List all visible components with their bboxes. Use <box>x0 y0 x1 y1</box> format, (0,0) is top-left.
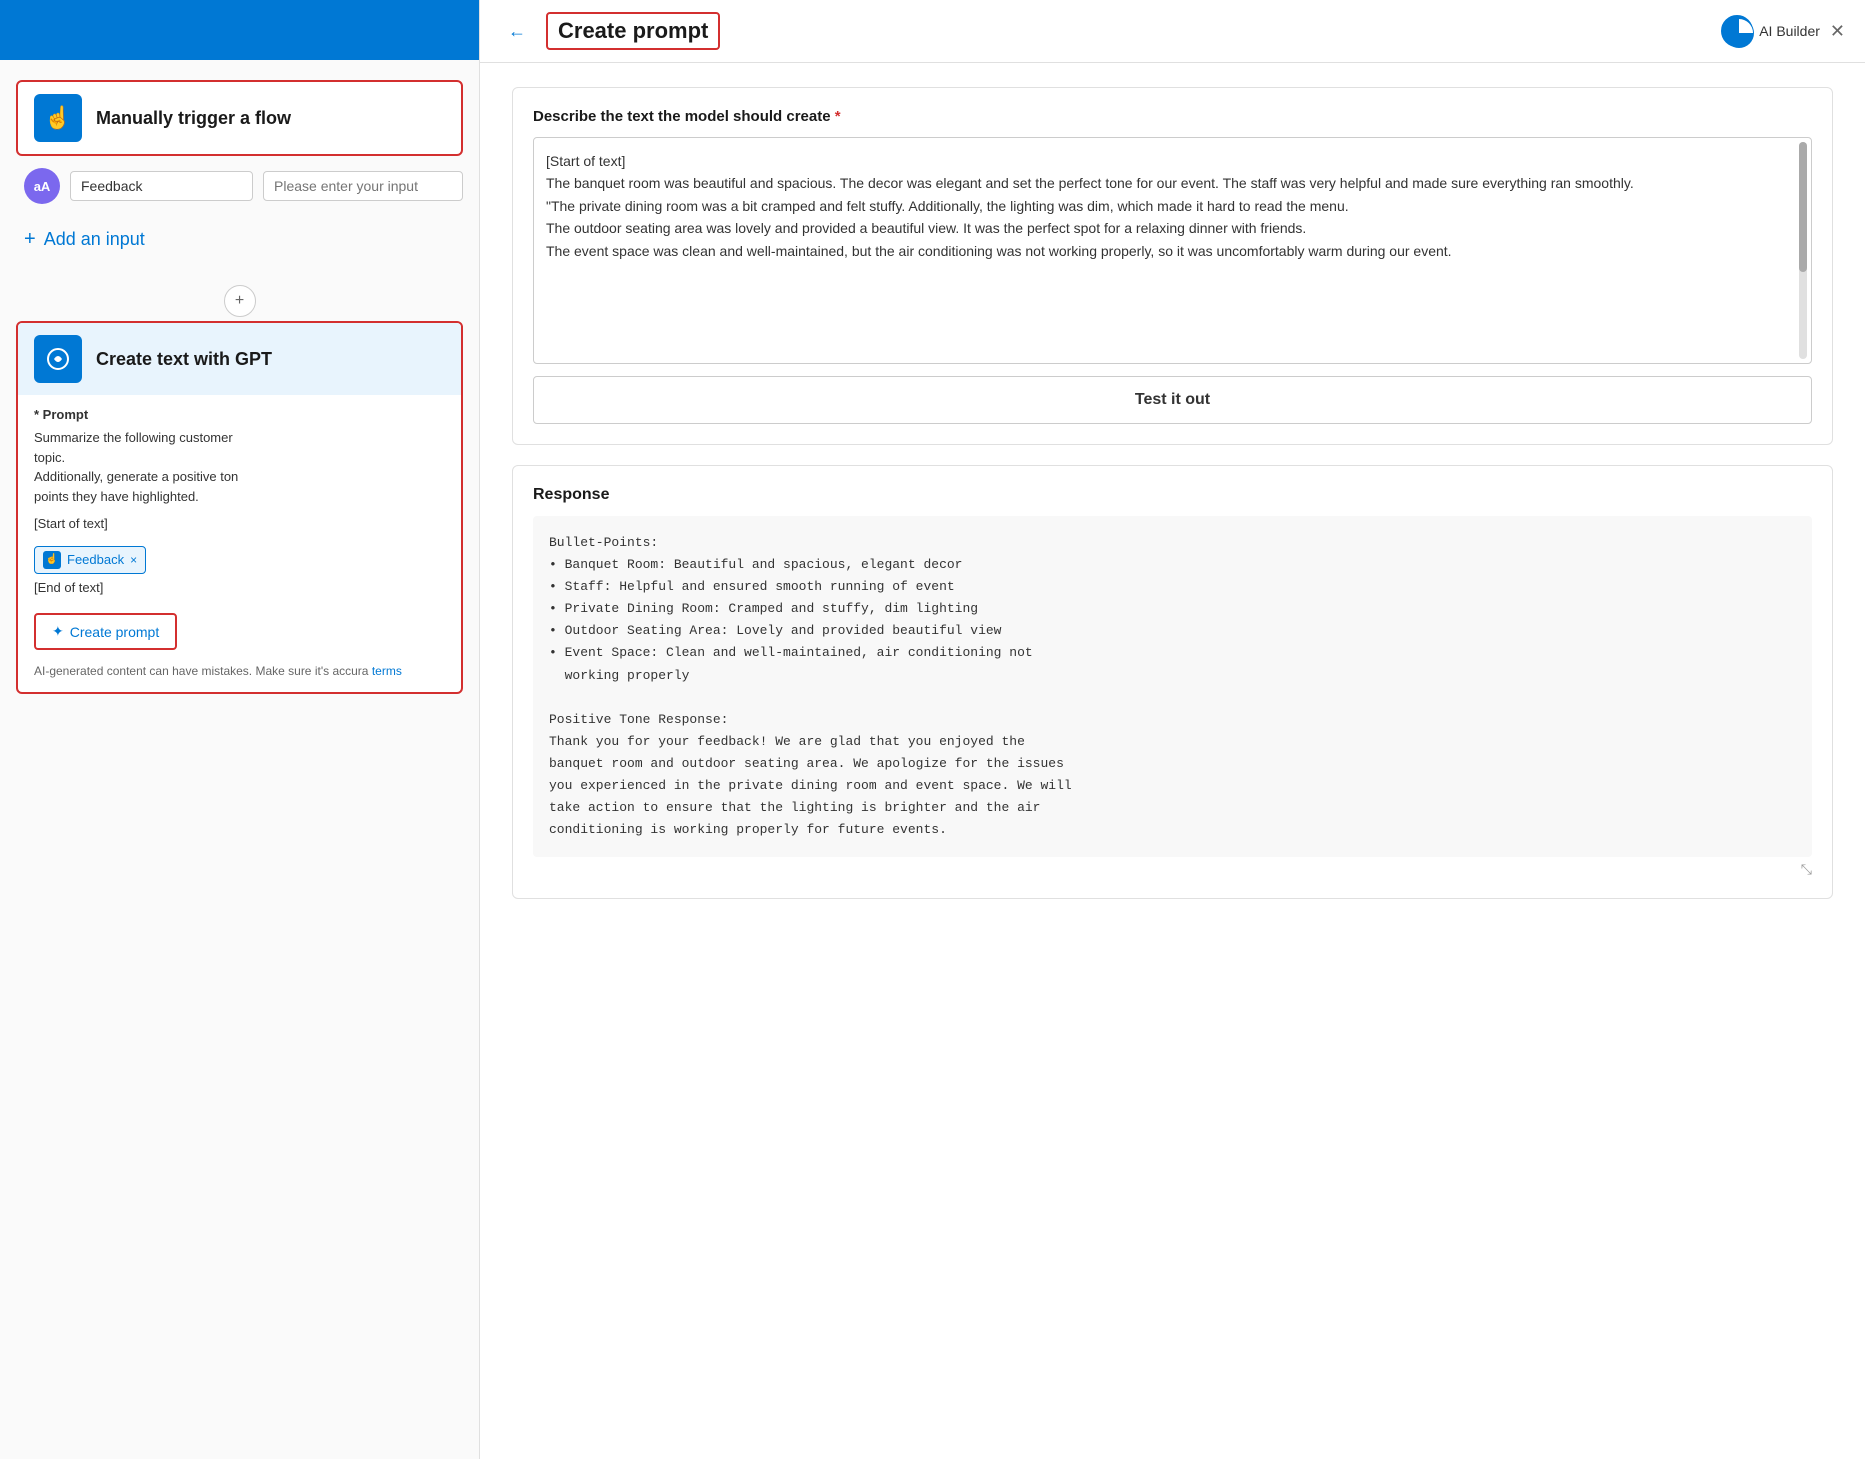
response-text: Bullet-Points: • Banquet Room: Beautiful… <box>533 516 1812 857</box>
prompt-text-1: Summarize the following customertopic.Ad… <box>34 428 445 506</box>
sparkle-icon: ✦ <box>52 623 64 640</box>
test-it-out-button[interactable]: Test it out <box>533 376 1812 424</box>
describe-textarea[interactable] <box>534 138 1811 358</box>
trigger-label: Manually trigger a flow <box>96 108 291 129</box>
disclaimer-text: AI-generated content can have mistakes. … <box>34 664 368 678</box>
create-prompt-btn-label: Create prompt <box>70 624 159 640</box>
ai-builder-icon <box>1721 15 1753 47</box>
describe-textarea-wrapper <box>533 137 1812 364</box>
resize-icon: ⤡ <box>1801 861 1812 878</box>
connector-circle[interactable]: + <box>224 285 256 317</box>
feedback-input[interactable] <box>70 171 253 201</box>
page-title-box: Create prompt <box>546 12 720 50</box>
gpt-icon <box>34 335 82 383</box>
response-label: Response <box>533 486 1812 504</box>
close-button[interactable]: ✕ <box>1830 21 1845 42</box>
ai-builder-label: AI Builder <box>1759 23 1820 39</box>
avatar: aA <box>24 168 60 204</box>
feedback-tag-close-icon[interactable]: × <box>130 553 137 567</box>
ai-disclaimer: AI-generated content can have mistakes. … <box>34 662 445 680</box>
left-panel: ☝ Manually trigger a flow aA + Add an in… <box>0 0 480 1459</box>
feedback-tag-icon: ☝ <box>43 551 61 569</box>
gpt-block: Create text with GPT * Prompt Summarize … <box>16 321 463 694</box>
plus-icon: + <box>235 292 244 310</box>
required-star: * <box>835 108 841 125</box>
scrollbar-thumb <box>1799 142 1807 272</box>
gpt-header[interactable]: Create text with GPT <box>18 323 461 395</box>
feedback-tag-label: Feedback <box>67 552 124 567</box>
ai-builder-logo: AI Builder <box>1721 15 1820 47</box>
response-section: Response Bullet-Points: • Banquet Room: … <box>512 465 1833 899</box>
page-title: Create prompt <box>558 18 708 43</box>
gpt-body: * Prompt Summarize the following custome… <box>18 395 461 692</box>
start-tag: [Start of text] <box>34 514 445 534</box>
add-input-label: Add an input <box>44 229 145 250</box>
describe-label: Describe the text the model should creat… <box>533 108 1812 125</box>
create-prompt-button[interactable]: ✦ Create prompt <box>34 613 177 650</box>
right-panel: ← Create prompt AI Builder ✕ Describe th… <box>480 0 1865 1459</box>
disclaimer-link[interactable]: terms <box>372 664 402 678</box>
add-input-row[interactable]: + Add an input <box>16 214 463 265</box>
add-input-plus-icon: + <box>24 228 36 251</box>
connector: + <box>16 285 463 317</box>
please-enter-input[interactable] <box>263 171 463 201</box>
resize-handle[interactable]: ⤡ <box>533 857 1812 878</box>
input-row: aA <box>16 168 463 204</box>
gpt-label: Create text with GPT <box>96 349 272 370</box>
left-content: ☝ Manually trigger a flow aA + Add an in… <box>0 60 479 726</box>
prompt-label: * Prompt <box>34 407 445 422</box>
trigger-block[interactable]: ☝ Manually trigger a flow <box>16 80 463 156</box>
end-tag: [End of text] <box>34 578 445 598</box>
right-body: Describe the text the model should creat… <box>480 63 1865 923</box>
trigger-hand-icon: ☝ <box>44 105 71 131</box>
feedback-tag[interactable]: ☝ Feedback × <box>34 546 146 574</box>
right-header: ← Create prompt AI Builder ✕ <box>480 0 1865 63</box>
textarea-scrollbar[interactable] <box>1799 142 1807 359</box>
back-button[interactable]: ← <box>500 17 534 46</box>
left-top-bar <box>0 0 479 60</box>
right-header-right: AI Builder ✕ <box>1721 15 1845 47</box>
describe-section: Describe the text the model should creat… <box>512 87 1833 445</box>
trigger-icon: ☝ <box>34 94 82 142</box>
